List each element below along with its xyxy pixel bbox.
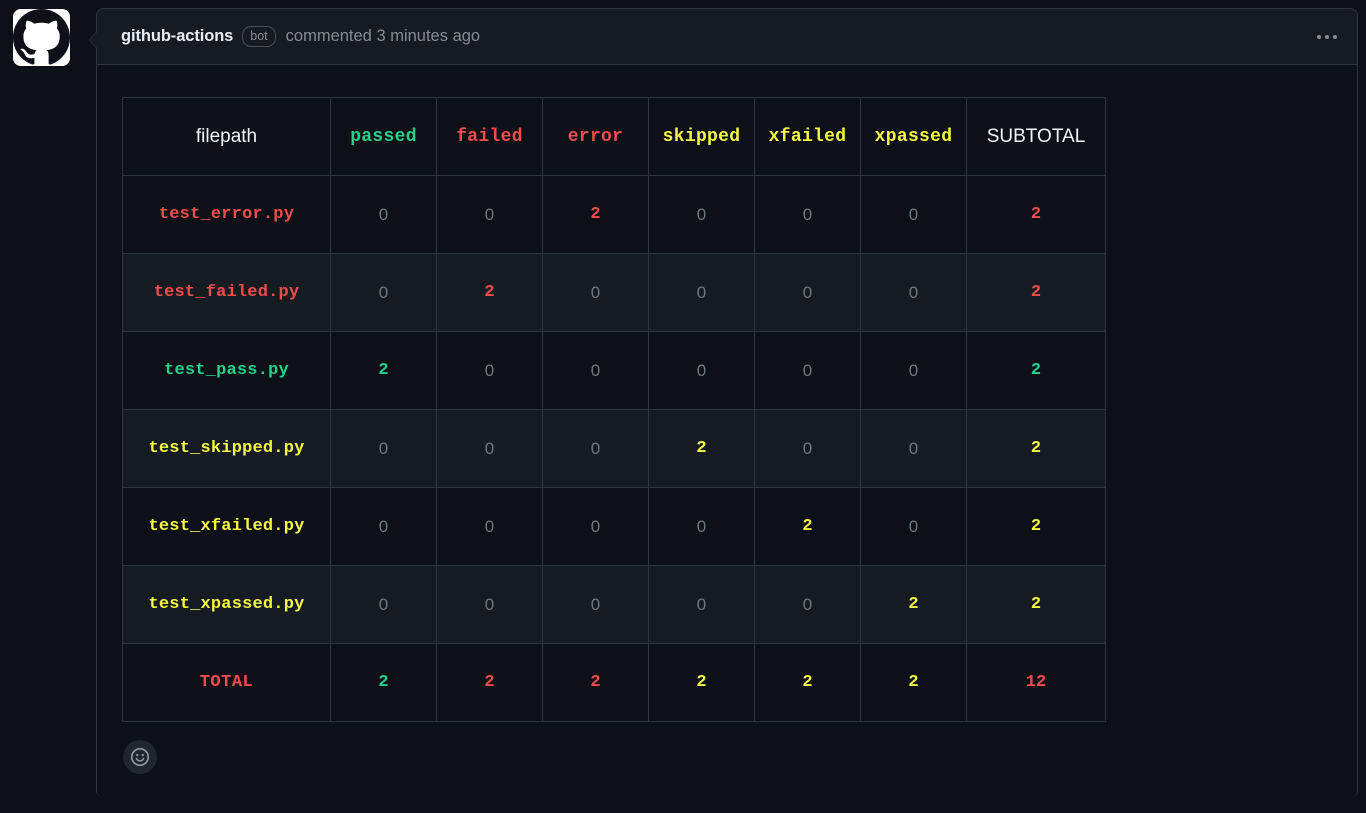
cell-failed: 0 — [436, 331, 543, 410]
cell-filepath: test_pass.py — [122, 331, 331, 410]
cell-passed: 2 — [330, 331, 437, 410]
table-row: test_xpassed.py 0 0 0 0 0 2 2 — [122, 565, 1106, 644]
cell-error: 0 — [542, 487, 649, 566]
bot-badge: bot — [242, 26, 276, 47]
cell-skipped: 0 — [648, 487, 755, 566]
cell-xfailed: 0 — [754, 253, 861, 332]
cell-xfailed: 0 — [754, 409, 861, 488]
comment-header: github-actions bot commented 3 minutes a… — [97, 9, 1357, 65]
column-header-skipped: skipped — [648, 97, 755, 176]
column-header-passed: passed — [330, 97, 437, 176]
table-row: test_skipped.py 0 0 0 2 0 0 2 — [122, 409, 1106, 488]
comment-author[interactable]: github-actions — [121, 27, 233, 46]
cell-total-passed: 2 — [330, 643, 437, 722]
table-row: test_pass.py 2 0 0 0 0 0 2 — [122, 331, 1106, 410]
cell-passed: 0 — [330, 409, 437, 488]
kebab-horizontal-icon[interactable] — [1313, 29, 1341, 45]
cell-total-subtotal: 12 — [966, 643, 1106, 722]
table-row: test_failed.py 0 2 0 0 0 0 2 — [122, 253, 1106, 332]
cell-filepath: test_error.py — [122, 175, 331, 254]
cell-subtotal: 2 — [966, 409, 1106, 488]
kebab-dot — [1333, 34, 1337, 39]
cell-subtotal: 2 — [966, 175, 1106, 254]
cell-skipped: 0 — [648, 331, 755, 410]
cell-filepath: test_failed.py — [122, 253, 331, 332]
cell-xpassed: 0 — [860, 487, 967, 566]
cell-skipped: 0 — [648, 253, 755, 332]
cell-passed: 0 — [330, 175, 437, 254]
cell-filepath: test_xfailed.py — [122, 487, 331, 566]
cell-failed: 0 — [436, 409, 543, 488]
table-total-row: TOTAL 2 2 2 2 2 2 12 — [122, 643, 1106, 722]
cell-xpassed: 0 — [860, 175, 967, 254]
column-header-subtotal: SUBTOTAL — [966, 97, 1106, 176]
cell-xpassed: 0 — [860, 253, 967, 332]
comment-body: filepath passed failed error skipped xfa… — [97, 65, 1357, 798]
smiley-add-reaction-icon[interactable] — [123, 740, 157, 774]
column-header-xpassed: xpassed — [860, 97, 967, 176]
cell-filepath: test_xpassed.py — [122, 565, 331, 644]
cell-error: 0 — [542, 331, 649, 410]
column-header-xfailed: xfailed — [754, 97, 861, 176]
cell-skipped: 2 — [648, 409, 755, 488]
cell-failed: 0 — [436, 175, 543, 254]
cell-filepath: test_skipped.py — [122, 409, 331, 488]
table-body: test_error.py 0 0 2 0 0 0 2 test_failed.… — [122, 175, 1106, 722]
cell-total-xfailed: 2 — [754, 643, 861, 722]
cell-subtotal: 2 — [966, 253, 1106, 332]
comment-container: github-actions bot commented 3 minutes a… — [88, 8, 1358, 798]
cell-xfailed: 2 — [754, 487, 861, 566]
column-header-failed: failed — [436, 97, 543, 176]
comment-timestamp[interactable]: commented 3 minutes ago — [286, 27, 480, 46]
cell-total-skipped: 2 — [648, 643, 755, 722]
cell-total-xpassed: 2 — [860, 643, 967, 722]
table-header-row: filepath passed failed error skipped xfa… — [122, 97, 1106, 176]
cell-subtotal: 2 — [966, 565, 1106, 644]
cell-total-failed: 2 — [436, 643, 543, 722]
cell-passed: 0 — [330, 487, 437, 566]
cell-error: 0 — [542, 409, 649, 488]
test-results-table: filepath passed failed error skipped xfa… — [122, 97, 1106, 722]
cell-xpassed: 2 — [860, 565, 967, 644]
cell-xfailed: 0 — [754, 331, 861, 410]
cell-failed: 2 — [436, 253, 543, 332]
avatar[interactable] — [13, 9, 70, 66]
cell-xfailed: 0 — [754, 175, 861, 254]
cell-xpassed: 0 — [860, 331, 967, 410]
cell-passed: 0 — [330, 253, 437, 332]
kebab-dot — [1325, 34, 1329, 39]
cell-error: 0 — [542, 253, 649, 332]
column-header-filepath: filepath — [122, 97, 331, 176]
cell-xfailed: 0 — [754, 565, 861, 644]
github-comment-page: github-actions bot commented 3 minutes a… — [0, 0, 1366, 813]
cell-passed: 0 — [330, 565, 437, 644]
cell-skipped: 0 — [648, 175, 755, 254]
cell-error: 0 — [542, 565, 649, 644]
table-head: filepath passed failed error skipped xfa… — [122, 97, 1106, 176]
kebab-dot — [1317, 34, 1321, 39]
cell-failed: 0 — [436, 487, 543, 566]
cell-error: 2 — [542, 175, 649, 254]
table-row: test_xfailed.py 0 0 0 0 2 0 2 — [122, 487, 1106, 566]
cell-total-error: 2 — [542, 643, 649, 722]
table-row: test_error.py 0 0 2 0 0 0 2 — [122, 175, 1106, 254]
column-header-error: error — [542, 97, 649, 176]
cell-skipped: 0 — [648, 565, 755, 644]
cell-xpassed: 0 — [860, 409, 967, 488]
cell-subtotal: 2 — [966, 487, 1106, 566]
cell-subtotal: 2 — [966, 331, 1106, 410]
cell-failed: 0 — [436, 565, 543, 644]
cell-total-label: TOTAL — [122, 643, 331, 722]
